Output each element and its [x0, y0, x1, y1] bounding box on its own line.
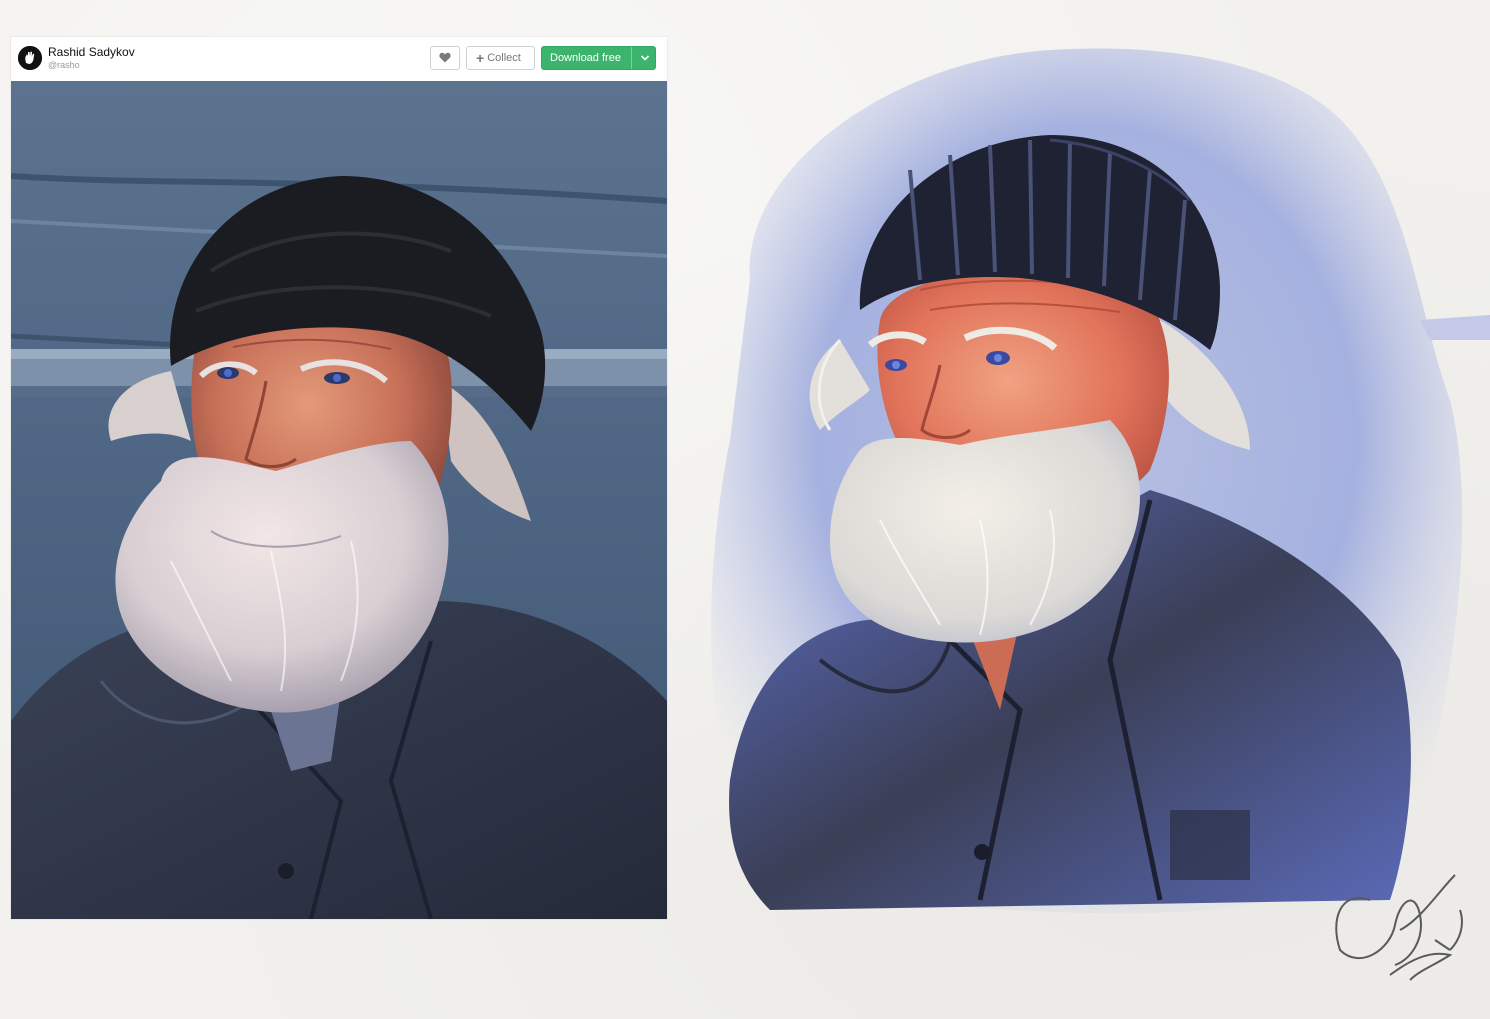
- collect-button[interactable]: + Collect: [466, 46, 535, 70]
- like-button[interactable]: [430, 46, 460, 70]
- photo-card: Rashid Sadykov @rasho + Collect Download …: [11, 37, 667, 919]
- download-menu-button[interactable]: [638, 47, 652, 69]
- download-divider: [631, 47, 632, 69]
- author-avatar[interactable]: [18, 46, 42, 70]
- author-handle[interactable]: @rasho: [48, 60, 80, 70]
- download-button[interactable]: Download free: [550, 47, 621, 69]
- portrait-photo[interactable]: [11, 81, 667, 919]
- download-button-group: Download free: [541, 46, 656, 70]
- heart-icon: [439, 52, 451, 63]
- author-name[interactable]: Rashid Sadykov: [48, 45, 135, 59]
- collect-label: Collect: [487, 52, 521, 64]
- chevron-down-icon: [640, 55, 650, 61]
- plus-icon: +: [476, 50, 485, 66]
- watercolor-painting[interactable]: [690, 20, 1490, 1000]
- hand-icon: [18, 46, 42, 70]
- photo-card-header: Rashid Sadykov @rasho + Collect Download …: [11, 37, 667, 81]
- watercolor-painting-image: [711, 48, 1490, 981]
- portrait-photo-image: [11, 81, 667, 919]
